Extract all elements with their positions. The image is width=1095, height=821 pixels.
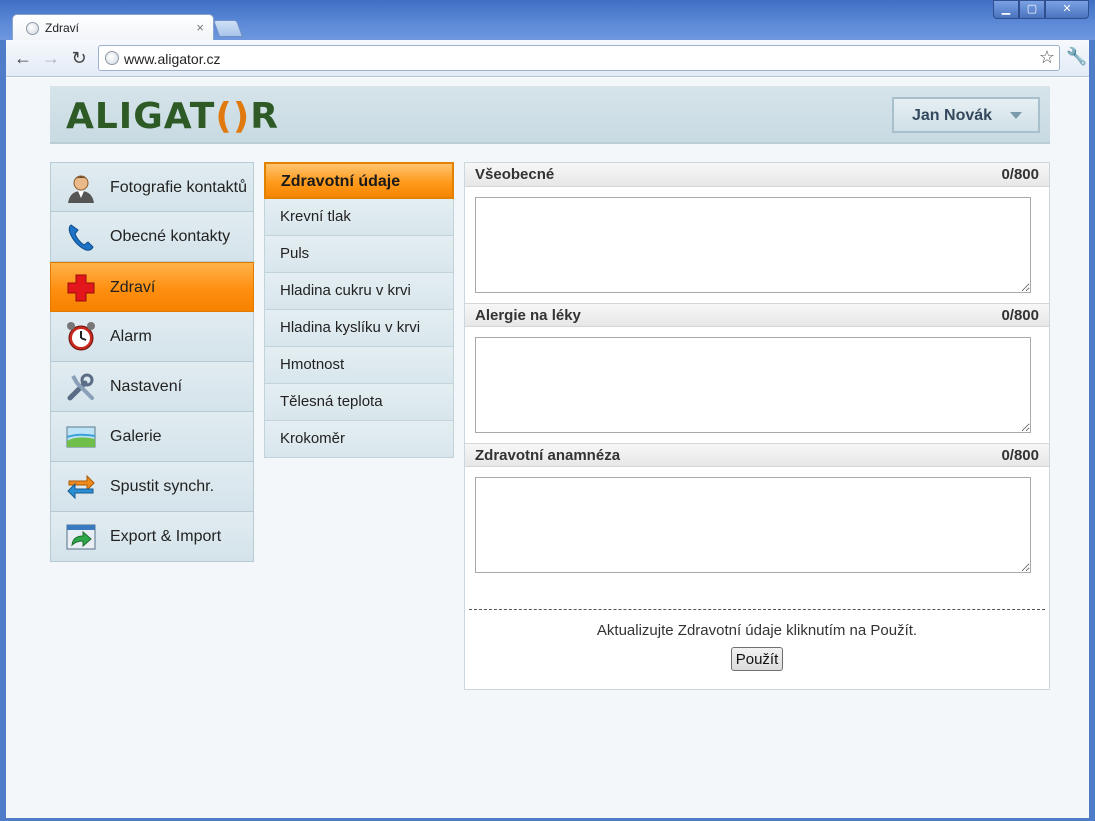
section-header: Zdravotní anamnéza 0/800 <box>465 443 1049 467</box>
site-header: ALIGAT()R Jan Novák <box>50 86 1050 144</box>
nav-item-label: Zdraví <box>110 279 156 296</box>
general-textarea[interactable] <box>475 197 1031 293</box>
nav-item-label: Galerie <box>110 428 162 445</box>
logo-o: () <box>215 96 251 137</box>
browser-tab[interactable]: Zdraví × <box>12 14 214 41</box>
nav-item-alarm[interactable]: Alarm <box>50 312 254 362</box>
char-counter: 0/800 <box>1001 307 1039 324</box>
nav-item-sync[interactable]: Spustit synchr. <box>50 462 254 512</box>
subnav-blood-oxygen[interactable]: Hladina kyslíku v krvi <box>264 310 454 347</box>
health-subnavigation: Zdravotní údaje Krevní tlak Puls Hladina… <box>264 162 454 458</box>
maximize-button[interactable]: ▢ <box>1019 0 1045 19</box>
reload-icon[interactable]: ↻ <box>68 47 90 69</box>
main-navigation: Fotografie kontaktů Obecné kontakty Zdra… <box>50 162 254 562</box>
drug-allergies-section: Alergie na léky 0/800 <box>465 303 1049 443</box>
nav-item-contact-photos[interactable]: Fotografie kontaktů <box>50 162 254 212</box>
health-cross-icon <box>67 274 95 302</box>
contact-photo-icon <box>68 175 94 203</box>
window-frame-right <box>1089 40 1095 821</box>
drug-allergies-textarea[interactable] <box>475 337 1031 433</box>
char-counter: 0/800 <box>1001 166 1039 183</box>
window-titlebar: Zdraví × ▁ ▢ ✕ <box>0 0 1095 41</box>
subnav-body-temperature[interactable]: Tělesná teplota <box>264 384 454 421</box>
phone-icon <box>68 224 94 251</box>
address-bar[interactable]: www.aligator.cz ☆ <box>98 45 1060 71</box>
site-info-icon[interactable] <box>105 51 119 65</box>
section-header: Všeobecné 0/800 <box>465 163 1049 187</box>
minimize-button[interactable]: ▁ <box>993 0 1019 19</box>
nav-item-label: Alarm <box>110 328 152 345</box>
sync-icon <box>67 474 95 500</box>
nav-item-settings[interactable]: Nastavení <box>50 362 254 412</box>
apply-button[interactable]: Použít <box>731 647 783 671</box>
user-name: Jan Novák <box>912 107 993 124</box>
browser-toolbar: ← → ↻ www.aligator.cz ☆ 🔧 <box>0 40 1095 77</box>
alarm-clock-icon <box>67 322 95 351</box>
nav-item-label: Export & Import <box>110 528 222 545</box>
nav-item-gallery[interactable]: Galerie <box>50 412 254 462</box>
wrench-icon[interactable]: 🔧 <box>1066 47 1087 67</box>
nav-item-label: Fotografie kontaktů <box>110 179 247 196</box>
dashed-divider <box>469 609 1045 610</box>
user-menu[interactable]: Jan Novák <box>892 97 1040 133</box>
page-viewport: ALIGAT()R Jan Novák Fotografie kontaktů … <box>6 78 1089 818</box>
char-counter: 0/800 <box>1001 447 1039 464</box>
subnav-pedometer[interactable]: Krokoměr <box>264 421 454 458</box>
tab-close-button[interactable]: × <box>196 20 204 35</box>
section-title: Alergie na léky <box>475 307 581 324</box>
nav-item-label: Obecné kontakty <box>110 228 231 245</box>
export-import-icon <box>66 524 96 550</box>
new-tab-button[interactable] <box>212 20 244 37</box>
aligator-logo[interactable]: ALIGAT()R <box>66 96 279 137</box>
close-window-button[interactable]: ✕ <box>1045 0 1089 19</box>
subnav-pulse[interactable]: Puls <box>264 236 454 273</box>
globe-icon <box>26 22 39 35</box>
section-title: Zdravotní anamnéza <box>475 447 621 464</box>
section-title: Všeobecné <box>475 166 555 183</box>
medical-history-section: Zdravotní anamnéza 0/800 <box>465 443 1049 583</box>
nav-item-label: Nastavení <box>110 378 183 395</box>
nav-item-export-import[interactable]: Export & Import <box>50 512 254 562</box>
subnav-blood-sugar[interactable]: Hladina cukru v krvi <box>264 273 454 310</box>
subnav-health-data[interactable]: Zdravotní údaje <box>264 162 454 199</box>
nav-item-general-contacts[interactable]: Obecné kontakty <box>50 212 254 262</box>
back-icon[interactable]: ← <box>12 47 34 69</box>
subnav-blood-pressure[interactable]: Krevní tlak <box>264 199 454 236</box>
nav-item-label: Spustit synchr. <box>110 478 215 495</box>
section-header: Alergie na léky 0/800 <box>465 303 1049 327</box>
subnav-weight[interactable]: Hmotnost <box>264 347 454 384</box>
nav-item-health[interactable]: Zdraví <box>50 262 254 312</box>
health-data-form: Všeobecné 0/800 Alergie na léky 0/800 Zd… <box>464 162 1050 690</box>
gallery-icon <box>66 426 96 448</box>
general-section: Všeobecné 0/800 <box>465 163 1049 303</box>
url-text[interactable]: www.aligator.cz <box>124 51 220 67</box>
tab-title: Zdraví <box>45 21 80 35</box>
logo-text-start: ALIGAT <box>66 96 216 137</box>
tools-icon <box>67 373 94 401</box>
forward-icon[interactable]: → <box>40 47 62 69</box>
update-hint: Aktualizujte Zdravotní údaje kliknutím n… <box>596 622 918 639</box>
logo-text-end: R <box>250 96 280 137</box>
bookmark-star-icon[interactable]: ☆ <box>1039 47 1055 68</box>
window-controls: ▁ ▢ ✕ <box>993 0 1089 19</box>
chevron-down-icon <box>1010 112 1022 119</box>
medical-history-textarea[interactable] <box>475 477 1031 573</box>
